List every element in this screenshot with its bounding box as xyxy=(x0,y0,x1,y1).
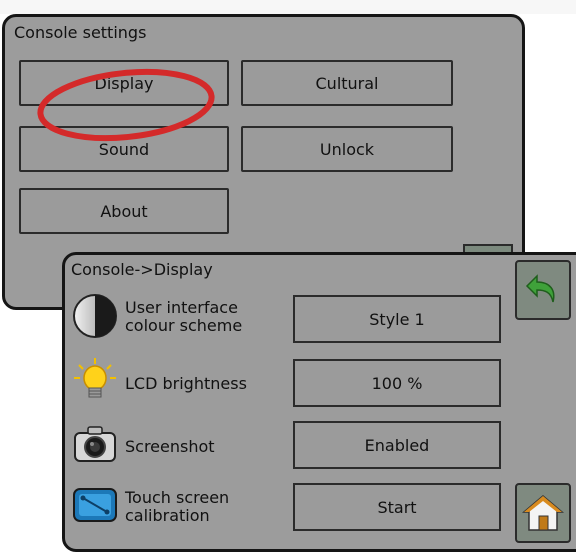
back-arrow-icon xyxy=(525,274,555,303)
screenshot-value: Enabled xyxy=(364,435,430,455)
back-button[interactable] xyxy=(515,260,571,320)
lcd-brightness-label: LCD brightness xyxy=(125,374,247,393)
lcd-brightness-button[interactable]: 100 % xyxy=(293,359,501,407)
cropped-header-strip xyxy=(0,0,576,14)
home-button[interactable] xyxy=(515,483,571,543)
colour-scheme-button[interactable]: Style 1 xyxy=(293,295,501,343)
screenshot-button[interactable]: Enabled xyxy=(293,421,501,469)
home-icon xyxy=(522,495,564,531)
colour-scheme-value: Style 1 xyxy=(369,309,425,329)
highlight-ellipse xyxy=(37,68,215,142)
contrast-icon xyxy=(73,294,117,338)
screenshot-label: Screenshot xyxy=(125,437,215,456)
unlock-button-label: Unlock xyxy=(319,139,375,159)
lightbulb-icon xyxy=(74,358,116,398)
about-button[interactable]: About xyxy=(19,188,229,234)
window-title: Console settings xyxy=(14,23,147,42)
cultural-button-label: Cultural xyxy=(315,73,379,93)
lcd-brightness-value: 100 % xyxy=(371,373,423,393)
about-button-label: About xyxy=(100,201,148,221)
camera-icon xyxy=(74,426,116,462)
touch-calibration-button[interactable]: Start xyxy=(293,483,501,531)
colour-scheme-label: User interface colour scheme xyxy=(125,298,243,335)
touch-calibration-icon xyxy=(73,488,117,522)
dialog-title: Console->Display xyxy=(71,260,213,279)
display-settings-dialog: Console->Display User interface colour s… xyxy=(62,252,576,552)
touch-calibration-value: Start xyxy=(377,497,417,517)
touch-calibration-label: Touch screen calibration xyxy=(125,488,230,525)
cultural-button[interactable]: Cultural xyxy=(241,60,453,106)
unlock-button[interactable]: Unlock xyxy=(241,126,453,172)
